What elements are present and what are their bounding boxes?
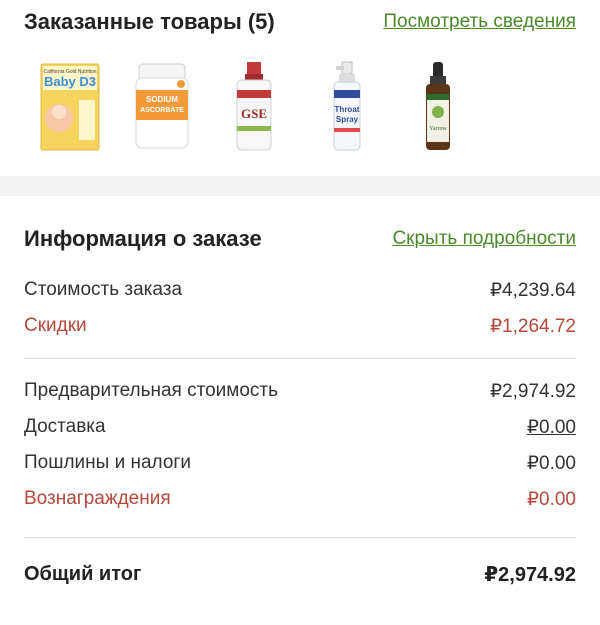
product-thumb-gse[interactable]: GSE xyxy=(208,52,300,162)
rewards-label: Вознаграждения xyxy=(24,488,171,509)
duties-taxes-row: Пошлины и налоги ₽0.00 xyxy=(24,445,576,481)
duties-taxes-value: ₽0.00 xyxy=(526,452,576,474)
order-cost-value: ₽4,239.64 xyxy=(489,279,576,301)
ordered-items-title: Заказанные товары (5) xyxy=(24,9,275,34)
subtotal-row: Предварительная стоимость ₽2,974.92 xyxy=(24,373,576,409)
throat-label-line-2: Spray xyxy=(336,115,359,124)
product-thumb-sodium-ascorbate[interactable]: SODIUM ASCORBATE xyxy=(116,52,208,162)
total-rows: Общий итог ₽2,974.92 xyxy=(0,552,600,596)
baby-d-label-line-2: Baby D3 xyxy=(44,74,96,89)
section-divider xyxy=(0,176,600,196)
yarrow-label: Yarrow xyxy=(429,126,447,132)
grand-total-row: Общий итог ₽2,974.92 xyxy=(24,552,576,596)
discounts-row: Скидки ₽1,264.72 xyxy=(24,308,576,344)
view-details-link[interactable]: Посмотреть сведения xyxy=(383,11,576,33)
product-thumb-yarrow[interactable]: Yarrow xyxy=(392,52,484,162)
rewards-row: Вознаграждения ₽0.00 xyxy=(24,481,576,517)
subtotal-label: Предварительная стоимость xyxy=(24,380,279,401)
yarrow-dropper-bottle-icon: Yarrow xyxy=(426,62,450,150)
product-thumb-baby-d[interactable]: California Gold Nutrition Baby D3 xyxy=(24,52,116,162)
order-cost-rows: Стоимость заказа ₽4,239.64 Скидки ₽1,264… xyxy=(0,272,600,344)
grand-total-label: Общий итог xyxy=(24,562,142,585)
discounts-label: Скидки xyxy=(24,315,87,336)
order-info-title: Информация о заказе xyxy=(24,226,262,251)
gse-bottle-icon: GSE xyxy=(236,62,272,151)
sodium-label-line-1: SODIUM xyxy=(146,95,178,104)
throat-label-line-1: Throat xyxy=(335,105,360,114)
sodium-label-line-2: ASCORBATE xyxy=(140,107,184,114)
shipping-value-link[interactable]: ₽0.00 xyxy=(527,416,576,439)
grand-total-value: ₽2,974.92 xyxy=(484,563,576,586)
divider-line xyxy=(24,358,576,359)
gse-label: GSE xyxy=(241,106,267,121)
duties-taxes-label: Пошлины и налоги xyxy=(24,452,191,473)
hide-details-link[interactable]: Скрыть подробности xyxy=(392,228,576,250)
baby-d-drops-box-icon: California Gold Nutrition Baby D3 xyxy=(40,63,100,151)
ordered-items-section: Заказанные товары (5) Посмотреть сведени… xyxy=(0,0,600,176)
order-cost-label: Стоимость заказа xyxy=(24,279,183,300)
product-thumb-throat-spray[interactable]: Throat Spray xyxy=(300,52,392,162)
ordered-items-header: Заказанные товары (5) Посмотреть сведени… xyxy=(0,0,600,44)
throat-spray-bottle-icon: Throat Spray xyxy=(333,61,361,151)
order-breakdown-rows: Предварительная стоимость ₽2,974.92 Дост… xyxy=(0,373,600,517)
shipping-label: Доставка xyxy=(24,416,106,437)
sodium-ascorbate-bottle-icon: SODIUM ASCORBATE xyxy=(135,63,189,149)
shipping-row: Доставка ₽0.00 xyxy=(24,409,576,445)
rewards-value: ₽0.00 xyxy=(526,488,576,510)
product-thumbnails: California Gold Nutrition Baby D3 SODIUM… xyxy=(0,44,600,162)
divider-line-2 xyxy=(24,537,576,538)
order-info-header: Информация о заказе Скрыть подробности xyxy=(0,224,600,254)
subtotal-value: ₽2,974.92 xyxy=(489,380,576,402)
order-cost-row: Стоимость заказа ₽4,239.64 xyxy=(24,272,576,308)
discounts-value: ₽1,264.72 xyxy=(489,315,576,337)
order-info-section: Информация о заказе Скрыть подробности С… xyxy=(0,196,600,596)
